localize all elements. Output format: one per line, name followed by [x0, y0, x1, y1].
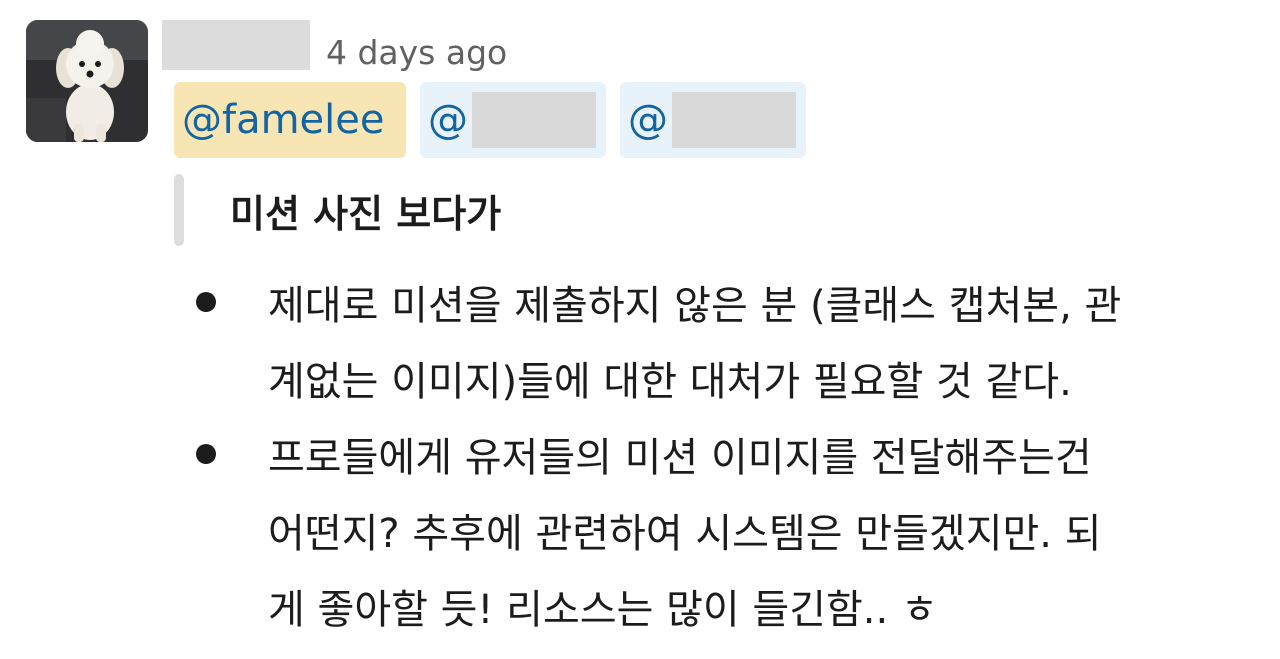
bullet-dot [196, 292, 216, 312]
message-header: 4 days ago [162, 18, 507, 72]
bullet-line: 제대로 미션을 제출하지 않은 분 (클래스 캡처본, 관 [268, 283, 1122, 329]
bullet-line: 어떤지? 추후에 관련하여 시스템은 만들겠지만. 되 [268, 511, 1102, 557]
user-avatar[interactable] [26, 20, 148, 142]
mention-label: @ [428, 97, 468, 143]
list-item: 제대로 미션을 제출하지 않은 분 (클래스 캡처본, 관 계없는 이미지)들에… [196, 268, 1266, 420]
bullet-line: 게 좋아할 듯! 리소스는 많이 들긴함.. ㅎ [268, 587, 938, 633]
timestamp[interactable]: 4 days ago [326, 33, 507, 72]
mention-label: @ [628, 97, 668, 143]
mentions-row: @famelee @ @ [174, 82, 806, 158]
blockquote: 미션 사진 보다가 [174, 174, 501, 246]
mention-name-redacted [472, 92, 596, 148]
quote-bar [174, 174, 184, 246]
bullet-text: 프로들에게 유저들의 미션 이미지를 전달해주는건 어떤지? 추후에 관련하여 … [268, 420, 1266, 648]
bullet-line: 프로들에게 유저들의 미션 이미지를 전달해주는건 [268, 435, 1092, 481]
bullet-list: 제대로 미션을 제출하지 않은 분 (클래스 캡처본, 관 계없는 이미지)들에… [196, 268, 1266, 648]
list-item: 프로들에게 유저들의 미션 이미지를 전달해주는건 어떤지? 추후에 관련하여 … [196, 420, 1266, 648]
mention-name-redacted [672, 92, 796, 148]
quote-text: 미션 사진 보다가 [230, 191, 502, 236]
bullet-text: 제대로 미션을 제출하지 않은 분 (클래스 캡처본, 관 계없는 이미지)들에… [268, 268, 1266, 420]
sender-name-redacted[interactable] [162, 20, 310, 70]
message: 4 days ago @famelee @ @ 미션 사진 보다가 제대로 미션… [0, 0, 1280, 659]
dog-avatar-icon [26, 20, 148, 142]
mention-label: @famelee [182, 97, 385, 143]
mention-self[interactable]: @famelee [174, 82, 406, 158]
bullet-dot [196, 444, 216, 464]
bullet-line: 계없는 이미지)들에 대한 대처가 필요할 것 같다. [268, 359, 1072, 405]
mention-user[interactable]: @ [620, 82, 806, 158]
mention-user[interactable]: @ [420, 82, 606, 158]
